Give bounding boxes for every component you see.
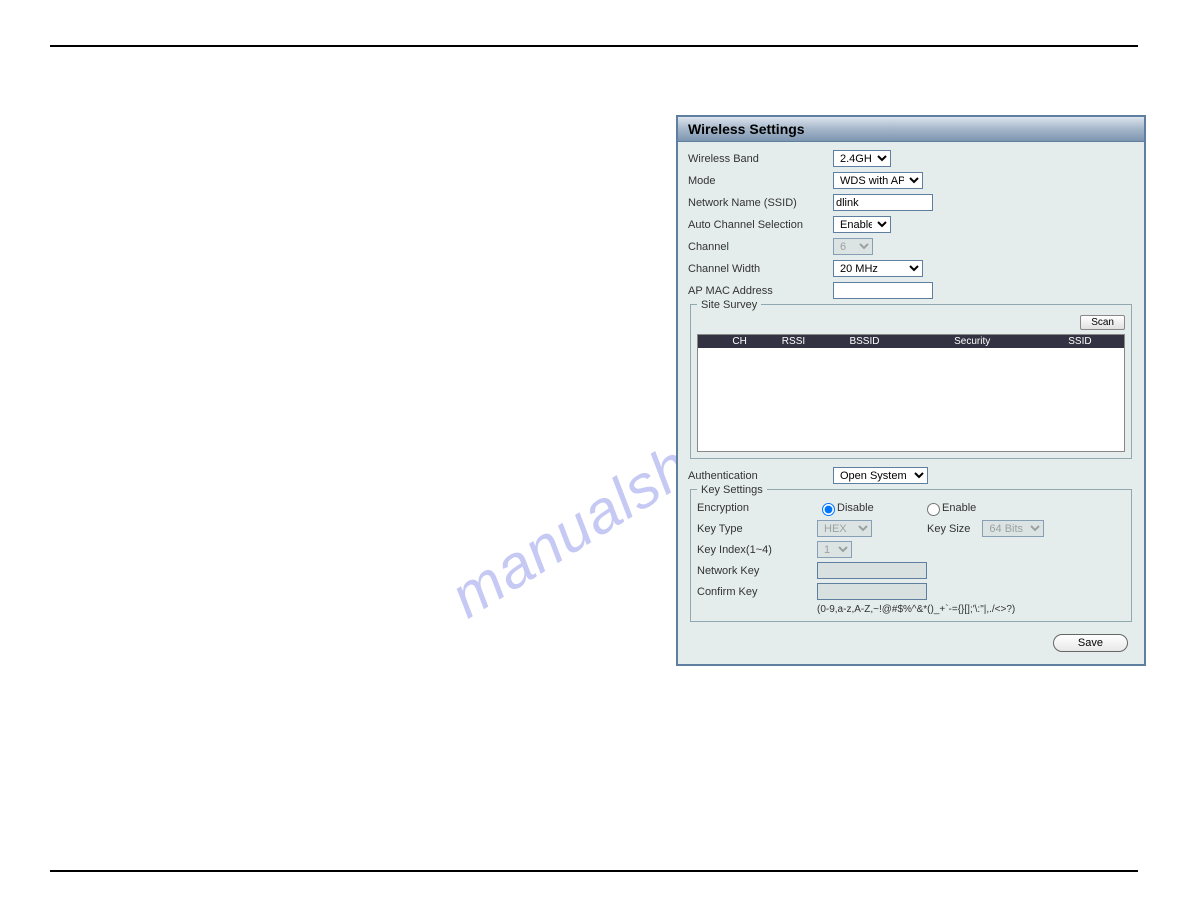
key-settings-legend: Key Settings bbox=[697, 484, 767, 496]
channel-width-label: Channel Width bbox=[688, 263, 833, 275]
channel-width-select[interactable]: 20 MHz bbox=[833, 260, 923, 277]
auto-channel-select[interactable]: Enable bbox=[833, 216, 891, 233]
confirm-key-label: Confirm Key bbox=[697, 586, 817, 598]
ssid-input[interactable] bbox=[833, 194, 933, 211]
wireless-band-select[interactable]: 2.4GHz bbox=[833, 150, 891, 167]
divider-top bbox=[50, 45, 1138, 47]
key-index-select[interactable]: 1 bbox=[817, 541, 852, 558]
encryption-enable-label: Enable bbox=[942, 502, 976, 514]
mode-label: Mode bbox=[688, 175, 833, 187]
key-index-label: Key Index(1~4) bbox=[697, 544, 817, 556]
form-area: Wireless Band 2.4GHz Mode WDS with AP Ne… bbox=[678, 142, 1144, 664]
col-ssid: SSID bbox=[1036, 336, 1124, 347]
encryption-enable-radio[interactable] bbox=[927, 503, 940, 516]
key-size-label: Key Size bbox=[927, 523, 970, 535]
col-rssi: RSSI bbox=[767, 336, 821, 347]
encryption-disable-label: Disable bbox=[837, 502, 922, 514]
survey-header: CH RSSI BSSID Security SSID bbox=[698, 335, 1124, 348]
site-survey-fieldset: Site Survey Scan CH RSSI BSSID Security … bbox=[690, 304, 1132, 459]
ap-mac-input[interactable] bbox=[833, 282, 933, 299]
auto-channel-label: Auto Channel Selection bbox=[688, 219, 833, 231]
key-type-select[interactable]: HEX bbox=[817, 520, 872, 537]
wireless-band-label: Wireless Band bbox=[688, 153, 833, 165]
auth-label: Authentication bbox=[688, 470, 833, 482]
network-key-label: Network Key bbox=[697, 565, 817, 577]
confirm-key-input[interactable] bbox=[817, 583, 927, 600]
survey-table: CH RSSI BSSID Security SSID bbox=[697, 334, 1125, 452]
network-key-input[interactable] bbox=[817, 562, 927, 579]
panel-title: Wireless Settings bbox=[678, 117, 1144, 142]
site-survey-legend: Site Survey bbox=[697, 299, 761, 311]
col-ch: CH bbox=[713, 336, 767, 347]
col-bssid: BSSID bbox=[820, 336, 908, 347]
auth-select[interactable]: Open System bbox=[833, 467, 928, 484]
scan-button[interactable]: Scan bbox=[1080, 315, 1125, 330]
encryption-label: Encryption bbox=[697, 502, 817, 514]
channel-select[interactable]: 6 bbox=[833, 238, 873, 255]
save-button[interactable]: Save bbox=[1053, 634, 1128, 652]
channel-label: Channel bbox=[688, 241, 833, 253]
key-type-label: Key Type bbox=[697, 523, 817, 535]
mode-select[interactable]: WDS with AP bbox=[833, 172, 923, 189]
ap-mac-label: AP MAC Address bbox=[688, 285, 833, 297]
key-hint: (0-9,a-z,A-Z,~!@#$%^&*()_+`-={}[];'\:"|,… bbox=[817, 604, 1125, 615]
col-security: Security bbox=[909, 336, 1036, 347]
key-settings-fieldset: Key Settings Encryption Disable Enable K… bbox=[690, 489, 1132, 622]
divider-bottom bbox=[50, 870, 1138, 872]
wireless-settings-panel: Wireless Settings Wireless Band 2.4GHz M… bbox=[676, 115, 1146, 666]
encryption-disable-radio[interactable] bbox=[822, 503, 835, 516]
ssid-label: Network Name (SSID) bbox=[688, 197, 833, 209]
key-size-select[interactable]: 64 Bits bbox=[982, 520, 1044, 537]
